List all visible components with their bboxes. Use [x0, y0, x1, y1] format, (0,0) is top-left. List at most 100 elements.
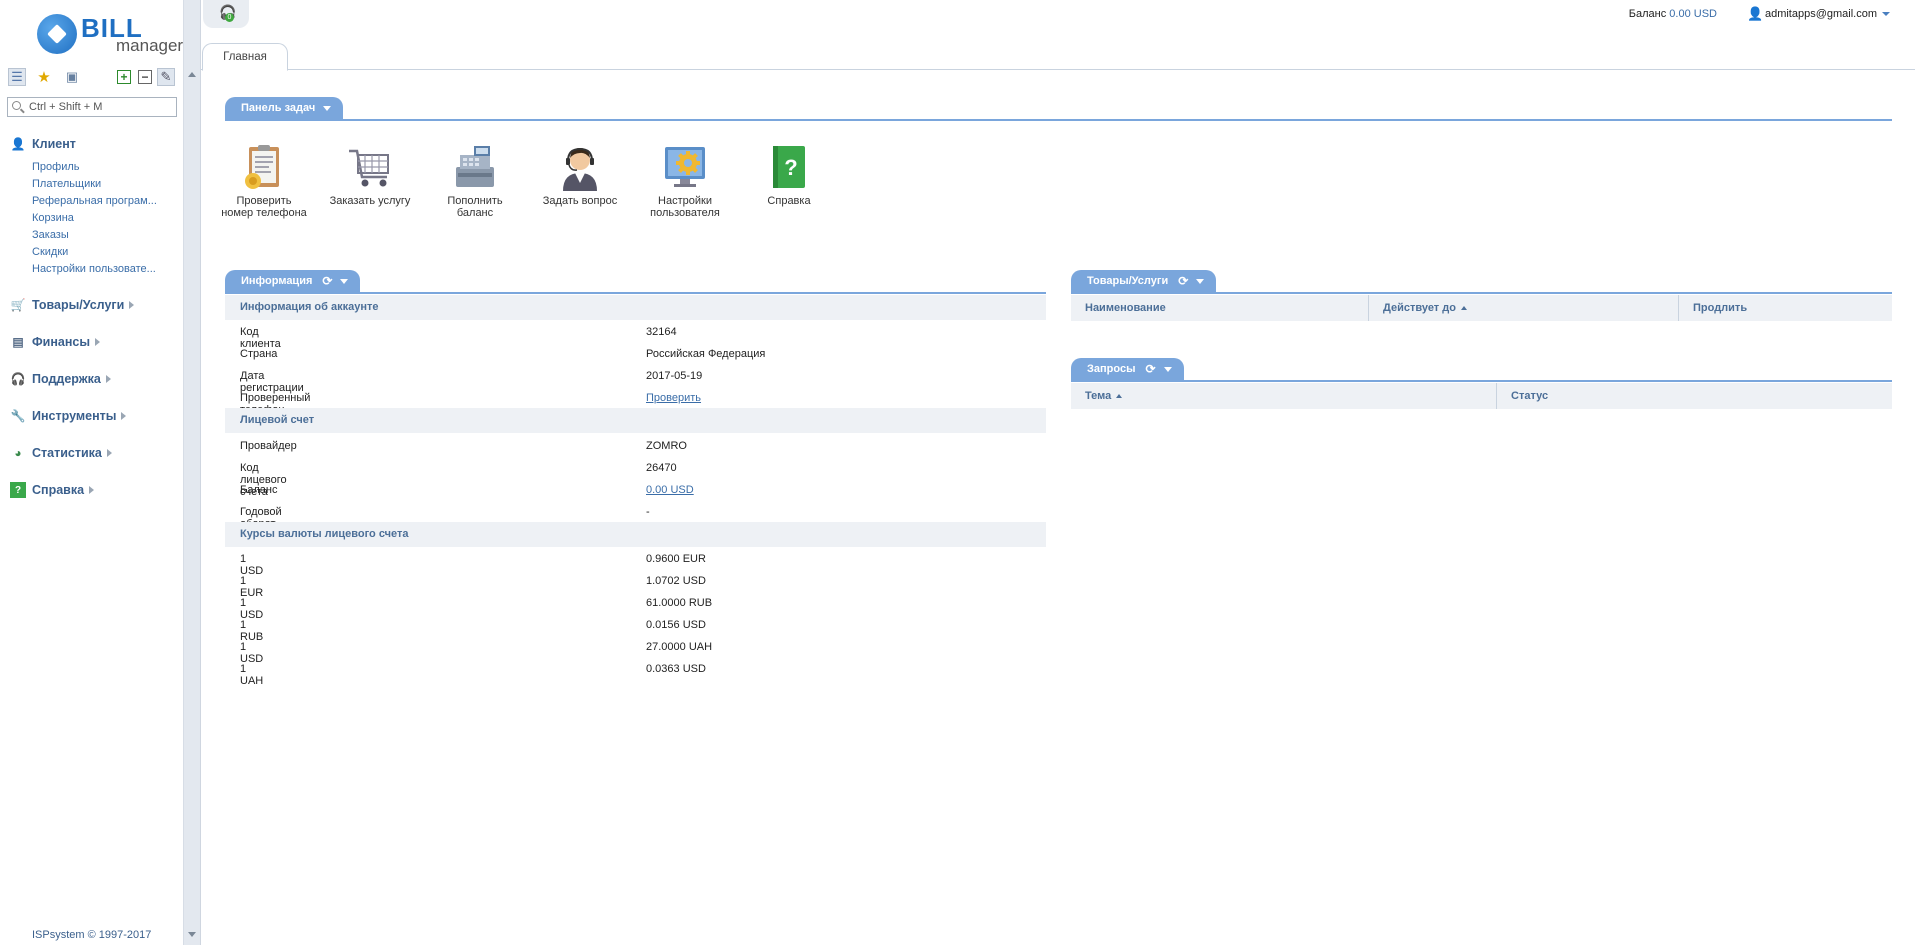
task-order-service[interactable]: Заказать услугу [325, 143, 415, 207]
nav-item-cart[interactable]: Корзина [32, 210, 157, 227]
refresh-icon[interactable]: ⟳ [1178, 274, 1188, 288]
nav-head-label: Инструменты [32, 409, 117, 423]
user-avatar-icon: 👤 [1746, 6, 1764, 21]
balance-link[interactable]: 0.00 USD [646, 484, 694, 496]
nav-sub-client: Профиль Плательщики Реферальная програм.… [10, 159, 157, 278]
chevron-right-icon [95, 338, 101, 346]
nav-item-payers[interactable]: Плательщики [32, 176, 157, 193]
logo-ball-icon [37, 14, 77, 54]
info-value: 32164 [646, 326, 677, 338]
nav-item-referral[interactable]: Реферальная програм... [32, 193, 157, 210]
info-key: Баланс [240, 484, 278, 496]
user-menu[interactable]: 👤 admitapps@gmail.com [1747, 6, 1890, 22]
nav-head-support[interactable]: 🎧 Поддержка [10, 370, 111, 388]
nav-item-discounts[interactable]: Скидки [32, 244, 157, 261]
info-value: Российская Федерация [646, 348, 766, 360]
taskbar-title: Панель задач [241, 102, 316, 114]
help-book-icon: ? [766, 143, 812, 191]
info-tab[interactable]: Информация ⟳ [225, 270, 361, 292]
balance-display: Баланс 0.00 USD [1629, 8, 1717, 20]
chevron-down-icon[interactable] [340, 278, 349, 284]
task-label: Настройки пользователя [650, 195, 720, 219]
column-status[interactable]: Статус [1497, 383, 1892, 409]
task-help[interactable]: ? Справка [744, 143, 834, 207]
column-subject[interactable]: Тема [1071, 383, 1497, 409]
task-verify-phone[interactable]: Проверить номер телефона [219, 143, 309, 219]
cash-register-icon [452, 143, 498, 191]
nav-head-help[interactable]: ? Справка [10, 481, 95, 499]
favorites-star-icon[interactable]: ★ [35, 68, 53, 86]
expand-all-icon[interactable]: + [117, 70, 131, 84]
briefcase-icon[interactable]: ▣ [63, 68, 81, 86]
collapse-all-icon[interactable]: − [138, 70, 152, 84]
cart-icon: 🛒 [10, 298, 26, 312]
rate-value: 61.0000 RUB [646, 597, 713, 609]
task-ask-question[interactable]: Задать вопрос [535, 143, 625, 207]
column-renew[interactable]: Продлить [1679, 295, 1892, 321]
column-name[interactable]: Наименование [1071, 295, 1369, 321]
refresh-icon[interactable]: ⟳ [322, 274, 332, 288]
column-valid-until[interactable]: Действует до [1369, 295, 1679, 321]
notifications-button[interactable]: 🎧 0 [203, 0, 249, 28]
top-bar: 🎧 0 Баланс 0.00 USD 👤 admitapps@gmail.co… [201, 0, 1915, 71]
column-label: Тема [1085, 390, 1112, 402]
balance-value[interactable]: 0.00 USD [1669, 8, 1717, 20]
sidebar: BILL manager ☰ ★ ▣ + − ✎ 👤 Клиент Профил… [0, 0, 184, 945]
task-label: Проверить номер телефона [221, 195, 307, 219]
chevron-down-icon[interactable] [1163, 366, 1172, 372]
nav-head-client[interactable]: 👤 Клиент [10, 135, 157, 153]
verify-phone-link[interactable]: Проверить [646, 392, 701, 404]
chevron-down-icon[interactable] [323, 105, 332, 111]
help-book-icon: ? [10, 482, 26, 498]
nav-item-profile[interactable]: Профиль [32, 159, 157, 176]
nav-head-tools[interactable]: 🔧 Инструменты [10, 407, 127, 425]
rate-key: 1 RUB [240, 619, 264, 643]
finance-icon: ▤ [12, 335, 24, 349]
task-label: Задать вопрос [542, 195, 618, 207]
nav-head-label: Статистика [32, 446, 102, 460]
services-tab[interactable]: Товары/Услуги ⟳ [1071, 270, 1217, 292]
chevron-down-icon[interactable] [1196, 278, 1205, 284]
nav-group-stats: ◕ Статистика [10, 444, 112, 462]
refresh-icon[interactable]: ⟳ [1145, 362, 1155, 376]
rate-value: 1.0702 USD [646, 575, 706, 587]
nav-group-services: 🛒 Товары/Услуги [10, 296, 135, 314]
menu-search[interactable] [7, 97, 177, 117]
logo-sub-text: manager [116, 36, 184, 55]
nav-head-finance[interactable]: ▤ Финансы [10, 333, 101, 351]
tree-view-icon[interactable]: ☰ [8, 68, 26, 86]
user-email: admitapps@gmail.com [1764, 8, 1877, 20]
task-user-settings[interactable]: Настройки пользователя [640, 143, 730, 219]
task-top-up-balance[interactable]: Пополнить баланс [430, 143, 520, 219]
sidebar-scrollbar[interactable] [184, 0, 201, 945]
taskbar-tab[interactable]: Панель задач [225, 97, 344, 119]
requests-tab[interactable]: Запросы ⟳ [1071, 358, 1184, 380]
svg-text:?: ? [784, 155, 797, 180]
info-key: Страна [240, 348, 278, 360]
sidebar-toolbar: ☰ ★ ▣ + − ✎ [6, 67, 178, 87]
scroll-up-icon[interactable] [188, 72, 196, 77]
nav-head-stats[interactable]: ◕ Статистика [10, 444, 112, 462]
info-key: Код клиента [240, 326, 281, 350]
nav-item-orders[interactable]: Заказы [32, 227, 157, 244]
search-icon [12, 101, 21, 110]
chevron-right-icon [121, 412, 127, 420]
cart-icon [347, 143, 393, 191]
nav-head-label: Товары/Услуги [32, 298, 125, 312]
billmanager-logo[interactable]: BILL manager [37, 12, 183, 56]
rate-value: 0.9600 EUR [646, 553, 706, 565]
chevron-right-icon [105, 375, 111, 383]
info-value: 2017-05-19 [646, 370, 703, 382]
scroll-down-icon[interactable] [188, 932, 196, 937]
tab-home[interactable]: Главная [202, 43, 288, 71]
menu-search-input[interactable] [29, 99, 174, 115]
services-title: Товары/Услуги [1087, 275, 1169, 287]
nav-item-user-settings[interactable]: Настройки пользовате... [32, 261, 157, 278]
pin-icon[interactable]: ✎ [157, 68, 175, 86]
rate-key: 1 USD [240, 641, 264, 665]
copyright: ISPsystem © 1997-2017 [32, 929, 152, 941]
nav-head-services[interactable]: 🛒 Товары/Услуги [10, 296, 135, 314]
nav-group-finance: ▤ Финансы [10, 333, 101, 351]
chevron-right-icon [89, 486, 95, 494]
balance-label: Баланс [1628, 8, 1667, 20]
